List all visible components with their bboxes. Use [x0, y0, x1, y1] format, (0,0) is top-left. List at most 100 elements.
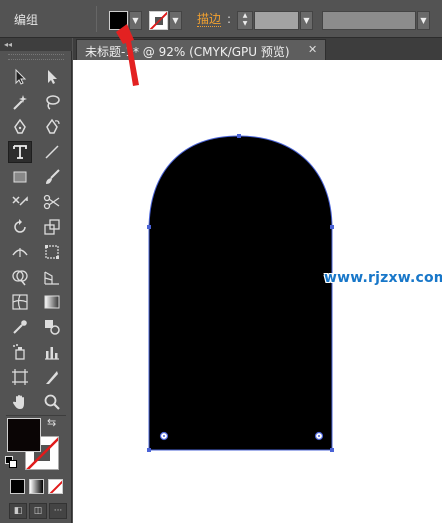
column-graph-icon	[45, 347, 59, 360]
gradient-tool[interactable]	[40, 291, 64, 313]
lasso-icon	[46, 95, 60, 110]
slice-tool[interactable]	[40, 366, 64, 388]
scissors-tool[interactable]	[40, 191, 64, 213]
stroke-dropdown-button[interactable]: ▼	[169, 11, 182, 30]
direct-selection-icon	[48, 70, 57, 84]
anchor-point[interactable]	[147, 225, 151, 229]
hand-icon	[13, 395, 24, 409]
selection-arrow-icon	[15, 68, 27, 85]
stroke-weight-spinner[interactable]: ▲ ▼	[237, 11, 253, 30]
gradient-icon	[44, 295, 60, 309]
shaper-tool[interactable]	[8, 191, 32, 213]
draw-mode-button[interactable]: ◧	[9, 503, 27, 519]
free-transform-tool[interactable]	[40, 241, 64, 263]
artboard-icon	[12, 369, 28, 385]
magic-wand-icon	[13, 95, 27, 110]
spinner-down-icon[interactable]: ▼	[238, 20, 252, 28]
lasso-tool[interactable]	[40, 91, 64, 113]
document-tab-title: 未标题-1* @ 92% (CMYK/GPU 预览)	[85, 45, 290, 59]
hand-tool[interactable]	[8, 391, 32, 413]
gradient-mode-button[interactable]	[29, 479, 44, 494]
magic-wand-tool[interactable]	[8, 91, 32, 113]
document-tab[interactable]: 未标题-1* @ 92% (CMYK/GPU 预览) ✕	[76, 39, 326, 60]
rectangle-icon	[13, 171, 27, 183]
stroke-colon: :	[227, 12, 232, 26]
spinner-up-icon[interactable]: ▲	[238, 12, 252, 20]
rectangle-tool[interactable]	[8, 166, 32, 188]
none-mode-button[interactable]	[48, 479, 63, 494]
stroke-weight-field[interactable]	[254, 11, 299, 30]
arch-shape[interactable]	[149, 136, 332, 450]
artboard-canvas[interactable]: www.rjzxw.com	[73, 60, 442, 523]
screen-mode-button[interactable]: ◫	[29, 503, 47, 519]
fill-swatch[interactable]	[109, 11, 128, 30]
illustrator-window: 编组 ▼ ▼ 描边 : ▲ ▼ ▼ ▼ ◂◂ ⇆ ◧ ◫ ··· 未标题-1* …	[0, 0, 442, 523]
anchor-point[interactable]	[237, 134, 241, 138]
stroke-weight-dropdown[interactable]: ▼	[300, 11, 313, 30]
width-tool[interactable]	[8, 241, 32, 263]
fill-dropdown-button[interactable]: ▼	[129, 11, 142, 30]
eyedropper-icon	[13, 320, 27, 334]
color-mode-button[interactable]	[10, 479, 25, 494]
none-slash-icon	[150, 12, 167, 29]
pen-icon	[14, 118, 26, 134]
tools-fill-swatch[interactable]	[7, 418, 41, 452]
blend-icon	[45, 320, 60, 335]
tools-panel: ◂◂ ⇆ ◧ ◫ ···	[0, 38, 72, 523]
perspective-grid-tool[interactable]	[40, 266, 64, 288]
direct-selection-tool[interactable]	[40, 66, 64, 88]
artwork[interactable]	[73, 60, 442, 523]
control-bar: 编组 ▼ ▼ 描边 : ▲ ▼ ▼ ▼	[0, 0, 442, 38]
scale-icon	[44, 219, 60, 235]
selection-tool[interactable]	[8, 66, 32, 88]
rotate-tool[interactable]	[8, 216, 32, 238]
control-separator	[96, 6, 97, 32]
symbol-sprayer-icon	[13, 344, 25, 360]
blend-tool[interactable]	[40, 316, 64, 338]
symbol-sprayer-tool[interactable]	[8, 341, 32, 363]
artboard-tool[interactable]	[8, 366, 32, 388]
selection-type-label: 编组	[14, 13, 39, 27]
corner-widget-dot	[318, 435, 320, 437]
tools-collapse-bar[interactable]: ◂◂	[0, 38, 72, 51]
swap-fill-stroke-icon[interactable]: ⇆	[47, 416, 56, 429]
profile-dropdown[interactable]: ▼	[417, 11, 430, 30]
line-segment-tool[interactable]	[40, 141, 64, 163]
slice-knife-icon	[46, 371, 58, 384]
column-graph-tool[interactable]	[40, 341, 64, 363]
shape-builder-tool[interactable]	[8, 266, 32, 288]
line-segment-icon	[45, 145, 59, 159]
shaper-icon	[12, 196, 28, 206]
width-icon	[12, 248, 28, 257]
watermark-text: www.rjzxw.com	[324, 270, 442, 286]
zoom-magnifier-icon	[44, 394, 60, 410]
document-tab-bar: 未标题-1* @ 92% (CMYK/GPU 预览) ✕	[73, 38, 442, 60]
corner-widget-dot	[163, 435, 165, 437]
mesh-tool[interactable]	[8, 291, 32, 313]
stroke-swatch[interactable]	[149, 11, 168, 30]
more-tools-button[interactable]: ···	[49, 503, 67, 519]
tools-divider	[6, 415, 66, 416]
mesh-icon	[12, 294, 28, 310]
tab-close-icon[interactable]: ✕	[308, 43, 317, 56]
rotate-icon	[14, 219, 26, 233]
pen-tool[interactable]	[8, 116, 32, 138]
anchor-point[interactable]	[147, 448, 151, 452]
variable-width-profile-field[interactable]	[322, 11, 416, 30]
anchor-point[interactable]	[330, 448, 334, 452]
scale-tool[interactable]	[40, 216, 64, 238]
tools-grip[interactable]	[8, 54, 64, 60]
curvature-pen-icon	[46, 118, 60, 134]
default-fill-stroke-icon[interactable]	[5, 456, 17, 468]
eyedropper-tool[interactable]	[8, 316, 32, 338]
paintbrush-tool[interactable]	[40, 166, 64, 188]
stroke-label-link[interactable]: 描边	[197, 12, 222, 27]
zoom-tool[interactable]	[40, 391, 64, 413]
perspective-grid-icon	[44, 271, 59, 285]
curvature-tool[interactable]	[40, 116, 64, 138]
anchor-point[interactable]	[330, 225, 334, 229]
paintbrush-icon	[46, 169, 60, 184]
none-slash-icon	[49, 480, 62, 493]
type-tool[interactable]	[8, 141, 32, 163]
shape-builder-icon	[12, 270, 28, 286]
